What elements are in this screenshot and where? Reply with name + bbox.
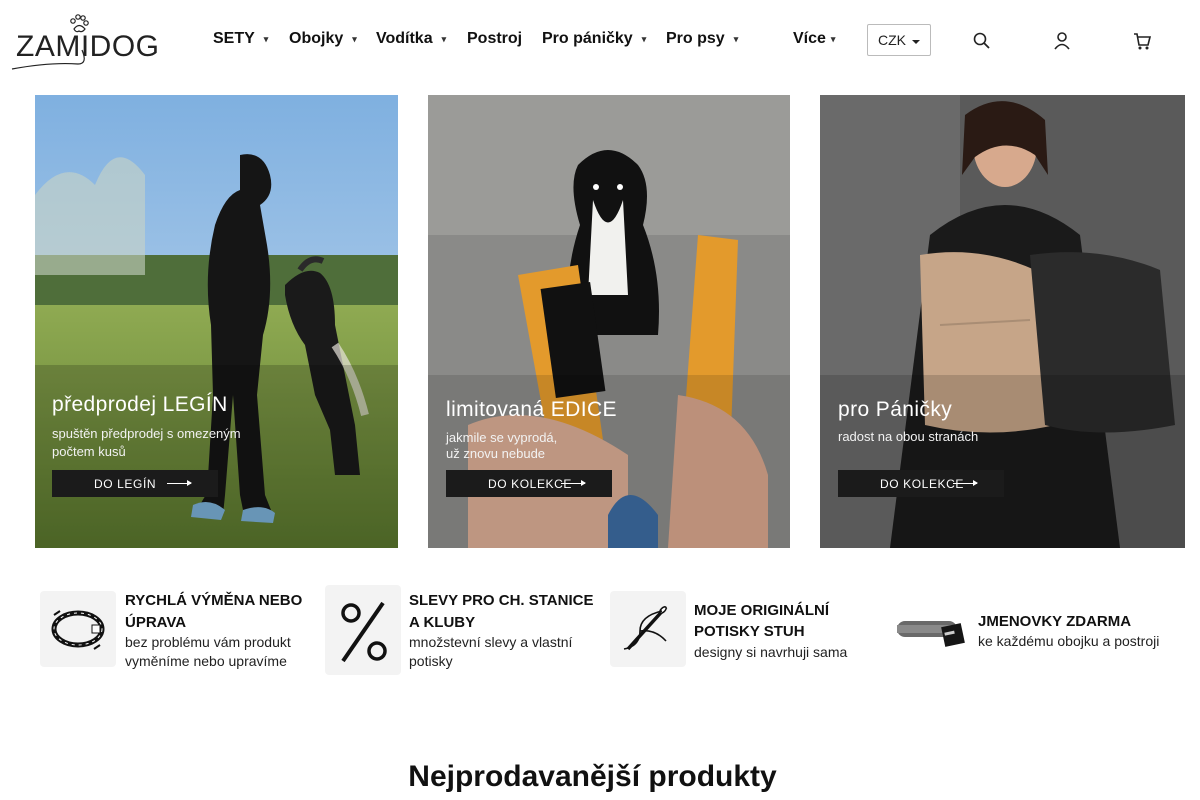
nav-label: Pro páničky (542, 30, 633, 47)
nav-item-sety[interactable]: SETY ▾ (213, 30, 268, 48)
banner-cta-button[interactable]: DO KOLEKCE (446, 470, 612, 497)
search-icon[interactable] (972, 30, 992, 52)
nav-item-vice[interactable]: Více ▾ (793, 30, 835, 48)
arrow-right-icon (953, 480, 978, 486)
benefit-title-line1: RYCHLÁ VÝMĚNA NEBO (125, 592, 303, 609)
banner-limited-edition[interactable]: limitovaná EDICE jakmile se vyprodá, už … (428, 95, 790, 548)
section-title-bestsellers: Nejprodavanější produkty (408, 760, 777, 793)
chevron-down-icon: ▾ (733, 34, 739, 44)
brand-logo[interactable]: ZAMIDOG (10, 12, 159, 72)
benefit-original-prints: MOJE ORIGINÁLNÍ POTISKY STUH designy si … (610, 585, 890, 685)
benefit-title-line2: ÚPRAVA (125, 614, 187, 631)
benefit-text-line2: potisky (409, 653, 453, 669)
percent-icon (325, 585, 401, 675)
nav-label: Postroj (467, 30, 523, 47)
benefit-title-line2: A KLUBY (409, 614, 476, 631)
banner-cta-button[interactable]: DO KOLEKCE (838, 470, 1004, 497)
nav-label: SETY (213, 30, 255, 47)
benefit-exchange: RYCHLÁ VÝMĚNA NEBO ÚPRAVA bez problému v… (40, 585, 320, 685)
banner-leggings[interactable]: předprodej LEGÍN spuštěn předprodej s om… (35, 95, 398, 548)
nav-item-voditka[interactable]: Vodítka ▾ (376, 30, 446, 48)
nav-item-pro-psy[interactable]: Pro psy ▾ (666, 30, 738, 48)
caret-down-icon (912, 40, 920, 44)
benefit-title-line2: POTISKY STUH (694, 623, 805, 640)
banner-subtitle-line2: počtem kusů (52, 444, 126, 459)
nav-item-obojky[interactable]: Obojky ▾ (289, 30, 357, 48)
banner-title: limitovaná EDICE (446, 398, 617, 421)
button-label: DO LEGÍN (94, 477, 157, 491)
collar-exchange-icon (40, 591, 116, 667)
banner-subtitle-line1: spuštěn předprodej s omezeným (52, 426, 241, 441)
benefit-title-line1: SLEVY PRO CH. STANICE (409, 592, 594, 609)
arrow-right-icon (167, 480, 192, 486)
benefit-text-line1: ke každému obojku a postroji (978, 633, 1160, 649)
button-label: DO KOLEKCE (488, 477, 573, 491)
arrow-right-icon (561, 480, 586, 486)
benefit-title-line1: MOJE ORIGINÁLNÍ (694, 602, 830, 619)
chevron-down-icon: ▾ (352, 34, 357, 44)
button-label: DO KOLEKCE (880, 477, 965, 491)
user-icon[interactable] (1052, 30, 1072, 52)
chevron-down-icon: ▾ (441, 34, 447, 44)
needle-thread-icon (610, 591, 686, 667)
banner-for-owners[interactable]: pro Páničky radost na obou stranách DO K… (820, 95, 1185, 548)
nav-label: Vodítka (376, 30, 433, 47)
currency-select[interactable]: CZK (867, 24, 931, 56)
benefit-free-nametags: JMENOVKY ZDARMA ke každému obojku a post… (895, 585, 1185, 685)
chevron-down-icon: ▾ (641, 34, 647, 44)
currency-value: CZK (878, 32, 906, 48)
banner-title: předprodej LEGÍN (52, 393, 228, 416)
benefit-text-line1: bez problému vám produkt (125, 634, 291, 650)
nav-label: Obojky (289, 30, 344, 47)
logo-text: ZAMIDOG (16, 30, 160, 63)
chevron-down-icon: ▾ (263, 34, 269, 44)
nav-item-postroj[interactable]: Postroj (467, 30, 522, 48)
nav-item-pro-panicky[interactable]: Pro páničky ▾ (542, 30, 646, 48)
banner-title: pro Páničky (838, 398, 953, 421)
benefit-text-line1: množstevní slevy a vlastní (409, 634, 573, 650)
site-header: ZAMIDOG SETY ▾ Obojky ▾ Vodítka ▾ Postroj P… (0, 0, 1200, 80)
banner-subtitle-line1: radost na obou stranách (838, 429, 979, 444)
collar-nametag-icon (895, 591, 971, 667)
benefit-discounts: SLEVY PRO CH. STANICE A KLUBY množstevní… (325, 585, 610, 685)
cart-icon[interactable] (1132, 30, 1152, 52)
benefit-title-line1: JMENOVKY ZDARMA (978, 613, 1132, 630)
nav-label: Více (793, 30, 826, 47)
banner-subtitle-line2: už znovu nebude (446, 446, 546, 461)
benefit-text-line1: designy si navrhuji sama (694, 644, 848, 660)
banner-cta-button[interactable]: DO LEGÍN (52, 470, 218, 497)
nav-label: Pro psy (666, 30, 725, 47)
benefit-text-line2: vyměníme nebo upravíme (125, 653, 287, 669)
chevron-down-icon: ▾ (830, 34, 836, 44)
